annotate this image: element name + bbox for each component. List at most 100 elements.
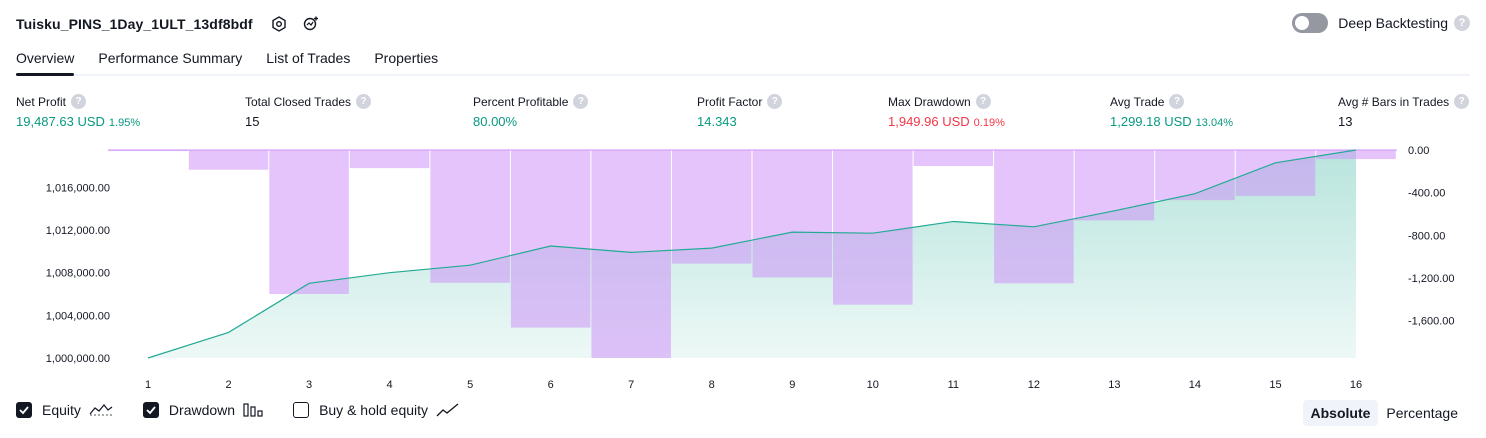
x-axis-tick: 5 bbox=[467, 379, 473, 391]
drawdown-bar bbox=[188, 150, 269, 170]
x-axis-tick: 11 bbox=[948, 379, 959, 391]
legend-label: Drawdown bbox=[168, 402, 236, 418]
add-to-chart-icon[interactable] bbox=[299, 12, 323, 36]
x-axis-tick: 16 bbox=[1350, 379, 1362, 391]
x-axis-tick: 15 bbox=[1269, 379, 1281, 391]
toggle-knob bbox=[1295, 16, 1310, 30]
equity-checkbox[interactable] bbox=[16, 402, 32, 418]
metric-total-closed-trades: Total Closed Trades? 15 bbox=[245, 94, 372, 129]
x-axis-tick: 9 bbox=[789, 379, 795, 391]
mode-percentage[interactable]: Percentage bbox=[1378, 400, 1466, 426]
drawdown-bar bbox=[510, 150, 591, 328]
metric-percent: 13.04% bbox=[1195, 117, 1233, 129]
metric-net-profit: Net Profit? 19,487.63 USD 1.95% bbox=[16, 94, 140, 129]
deep-backtesting: Deep Backtesting ? bbox=[1292, 13, 1470, 33]
metric-avg-trade: Avg Trade? 1,299.18 USD 13.04% bbox=[1110, 94, 1233, 129]
metrics-row: Net Profit? 19,487.63 USD 1.95% Total Clo… bbox=[0, 94, 1486, 130]
help-icon[interactable]: ? bbox=[1454, 94, 1470, 109]
right-axis-tick: -1,600.00 bbox=[1408, 316, 1454, 328]
x-axis-tick: 6 bbox=[548, 379, 554, 391]
equity-line-icon bbox=[89, 402, 113, 418]
drawdown-bar bbox=[833, 150, 913, 305]
left-axis-tick: 1,016,000.00 bbox=[46, 182, 110, 194]
left-axis-tick: 1,000,000.00 bbox=[46, 353, 110, 365]
tab-list-of-trades[interactable]: List of Trades bbox=[266, 42, 350, 74]
metric-max-drawdown: Max Drawdown? 1,949.96 USD 0.19% bbox=[888, 94, 1005, 129]
legend-label: Buy & hold equity bbox=[319, 402, 429, 418]
x-axis-tick: 4 bbox=[387, 379, 393, 391]
drawdown-bar bbox=[269, 150, 349, 294]
drawdown-bar bbox=[591, 150, 671, 358]
help-icon[interactable]: ? bbox=[573, 94, 589, 109]
metric-avg-bars: Avg # Bars in Trades? 13 bbox=[1338, 94, 1470, 129]
x-axis-tick: 10 bbox=[867, 379, 879, 391]
left-axis-tick: 1,004,000.00 bbox=[46, 310, 110, 322]
x-axis-tick: 14 bbox=[1189, 379, 1201, 391]
metric-label: Net Profit bbox=[16, 94, 67, 109]
x-axis-tick: 3 bbox=[306, 379, 312, 391]
drawdown-bar bbox=[752, 150, 833, 278]
legend-buy-hold[interactable]: Buy & hold equity bbox=[293, 402, 460, 418]
metric-label: Avg # Bars in Trades bbox=[1338, 94, 1450, 109]
x-axis-tick: 7 bbox=[628, 379, 634, 391]
help-icon[interactable]: ? bbox=[1169, 94, 1185, 109]
drawdown-bar bbox=[994, 150, 1074, 284]
right-axis-tick: -800.00 bbox=[1408, 230, 1445, 242]
right-axis-tick: -1,200.00 bbox=[1408, 273, 1454, 285]
help-icon[interactable]: ? bbox=[356, 94, 372, 109]
drawdown-bar bbox=[430, 150, 510, 283]
help-icon[interactable]: ? bbox=[975, 94, 991, 109]
metric-label: Total Closed Trades bbox=[245, 94, 352, 109]
metric-value: 19,487.63 USD bbox=[16, 114, 105, 129]
metric-percent: 1.95% bbox=[108, 117, 141, 129]
tab-overview[interactable]: Overview bbox=[16, 42, 75, 76]
chart-legend: Equity Drawdown Buy & hold equity bbox=[16, 402, 490, 418]
tab-bar: Overview Performance Summary List of Tra… bbox=[16, 42, 1470, 76]
legend-label: Equity bbox=[42, 402, 81, 418]
mode-absolute[interactable]: Absolute bbox=[1302, 400, 1379, 426]
metric-percent-profitable: Percent Profitable? 80.00% bbox=[473, 94, 589, 129]
legend-equity[interactable]: Equity bbox=[16, 402, 113, 418]
buy-hold-line-icon bbox=[436, 402, 460, 418]
x-axis-tick: 8 bbox=[709, 379, 715, 391]
metric-label: Avg Trade bbox=[1110, 94, 1165, 109]
metric-label: Max Drawdown bbox=[888, 94, 971, 109]
deep-backtesting-toggle[interactable] bbox=[1292, 13, 1329, 33]
tab-performance-summary[interactable]: Performance Summary bbox=[98, 42, 242, 74]
x-axis-tick: 1 bbox=[145, 379, 151, 391]
drawdown-bar bbox=[671, 150, 752, 264]
buy-hold-checkbox[interactable] bbox=[293, 402, 310, 418]
tab-properties[interactable]: Properties bbox=[374, 42, 438, 74]
metric-value: 1,949.96 USD bbox=[888, 114, 970, 129]
left-axis-tick: 1,008,000.00 bbox=[46, 268, 110, 280]
drawdown-checkbox[interactable] bbox=[142, 402, 159, 418]
help-icon[interactable]: ? bbox=[71, 94, 87, 109]
help-icon[interactable]: ? bbox=[1454, 15, 1470, 31]
right-axis-tick: 0.00 bbox=[1408, 145, 1429, 157]
equity-drawdown-chart[interactable]: 1,000,000.00 1,004,000.00 1,008,000.00 1,01… bbox=[0, 138, 1486, 396]
metric-profit-factor: Profit Factor? 14.343 bbox=[697, 94, 783, 129]
legend-drawdown[interactable]: Drawdown bbox=[142, 402, 263, 418]
metric-value: 14.343 bbox=[697, 114, 737, 129]
x-axis-tick: 12 bbox=[1028, 379, 1040, 391]
metric-value: 13 bbox=[1338, 114, 1353, 129]
metric-percent: 0.19% bbox=[973, 117, 1005, 129]
metric-label: Profit Factor bbox=[697, 94, 763, 109]
help-icon[interactable]: ? bbox=[767, 94, 783, 109]
left-axis-tick: 1,012,000.00 bbox=[46, 225, 110, 237]
display-mode-switch: Absolute Percentage bbox=[1302, 400, 1467, 426]
metric-value: 15 bbox=[245, 114, 260, 129]
metric-label: Percent Profitable bbox=[473, 94, 569, 109]
settings-icon[interactable] bbox=[267, 12, 291, 36]
drawdown-bars-icon bbox=[243, 402, 263, 418]
metric-value: 80.00% bbox=[473, 114, 518, 129]
x-axis-tick: 2 bbox=[225, 379, 231, 391]
strategy-title: Tuisku_PINS_1Day_1ULT_13df8bdf bbox=[16, 16, 253, 32]
metric-value: 1,299.18 USD bbox=[1110, 114, 1192, 129]
drawdown-bar bbox=[1155, 150, 1235, 201]
x-axis-tick: 13 bbox=[1108, 379, 1120, 391]
deep-backtesting-label: Deep Backtesting bbox=[1338, 15, 1448, 31]
drawdown-bar bbox=[1074, 150, 1155, 221]
report-header: Tuisku_PINS_1Day_1ULT_13df8bdf bbox=[16, 12, 323, 36]
drawdown-bar bbox=[913, 150, 994, 166]
